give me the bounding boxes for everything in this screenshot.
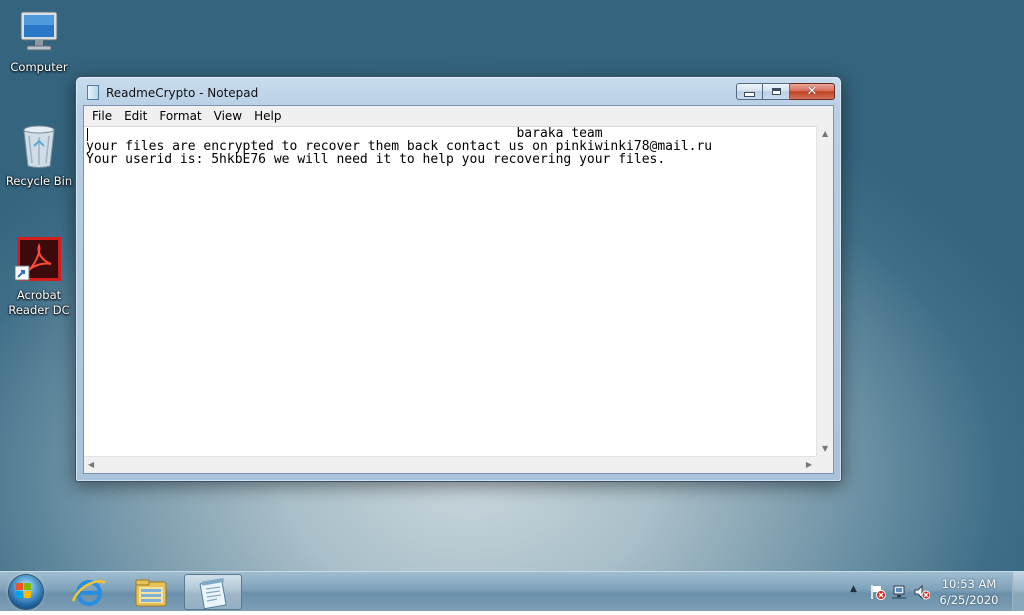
scroll-right-icon[interactable]: ▶ bbox=[806, 460, 812, 469]
taskbar-internet-explorer[interactable] bbox=[60, 574, 118, 610]
notepad-app-icon[interactable] bbox=[87, 85, 99, 100]
acrobat-reader-icon bbox=[14, 236, 63, 284]
show-hidden-icons-button[interactable]: ▲ bbox=[850, 584, 857, 594]
internet-explorer-icon bbox=[71, 580, 106, 606]
start-button[interactable] bbox=[6, 574, 48, 610]
minimize-icon bbox=[744, 92, 755, 97]
text-line: Your userid is: 5hkbE76 we will need it … bbox=[86, 152, 666, 167]
desktop-icon-computer[interactable]: Computer bbox=[0, 8, 78, 75]
title-bar[interactable]: ReadmeCrypto - Notepad ✕ bbox=[76, 77, 841, 105]
system-tray: ▲ 10:53 AM 6/25/2020 bbox=[834, 572, 1024, 611]
caption-buttons: ✕ bbox=[736, 83, 835, 102]
scroll-up-icon[interactable]: ▲ bbox=[822, 129, 828, 138]
scroll-left-icon[interactable]: ◀ bbox=[88, 460, 94, 469]
maximize-icon bbox=[771, 88, 781, 95]
computer-icon bbox=[15, 8, 63, 56]
windows-explorer-icon bbox=[135, 579, 167, 607]
volume-muted-icon[interactable] bbox=[914, 584, 931, 600]
window-title: ReadmeCrypto - Notepad bbox=[106, 86, 259, 100]
action-center-flag-icon[interactable] bbox=[870, 584, 886, 600]
taskbar-clock[interactable]: 10:53 AM 6/25/2020 bbox=[936, 576, 1002, 608]
windows-flag-icon bbox=[16, 583, 32, 599]
recycle-bin-icon bbox=[15, 122, 63, 170]
menu-bar: File Edit Format View Help bbox=[84, 106, 833, 127]
notepad-icon bbox=[199, 577, 227, 610]
close-icon: ✕ bbox=[806, 84, 818, 99]
menu-help[interactable]: Help bbox=[248, 106, 287, 126]
desktop-icon-recycle-bin[interactable]: Recycle Bin bbox=[0, 122, 78, 189]
text-editor[interactable]: baraka team your files are encrypted to … bbox=[84, 126, 816, 456]
show-desktop-button[interactable] bbox=[1012, 572, 1024, 611]
minimize-button[interactable] bbox=[736, 83, 763, 100]
desktop-icon-acrobat-reader[interactable]: Acrobat Reader DC bbox=[0, 236, 78, 318]
network-icon[interactable] bbox=[892, 584, 908, 600]
notepad-client-area: File Edit Format View Help baraka team y… bbox=[83, 105, 834, 474]
size-grip[interactable] bbox=[816, 456, 833, 473]
text-caret bbox=[87, 128, 88, 141]
clock-time: 10:53 AM bbox=[941, 577, 997, 591]
taskbar-windows-explorer[interactable] bbox=[122, 574, 180, 610]
taskbar: ▲ 10:53 AM 6/25/2020 bbox=[0, 571, 1024, 611]
desktop-icon-label: Acrobat Reader DC bbox=[8, 288, 70, 317]
maximize-button[interactable] bbox=[763, 83, 790, 100]
taskbar-notepad[interactable] bbox=[184, 574, 242, 610]
vertical-scrollbar[interactable]: ▲ ▼ bbox=[816, 126, 833, 456]
menu-edit[interactable]: Edit bbox=[118, 106, 153, 126]
horizontal-scrollbar[interactable]: ◀ ▶ bbox=[84, 456, 816, 473]
menu-view[interactable]: View bbox=[208, 106, 248, 126]
scroll-down-icon[interactable]: ▼ bbox=[822, 444, 828, 453]
close-button[interactable]: ✕ bbox=[790, 83, 835, 100]
desktop-icon-label: Computer bbox=[10, 60, 68, 74]
menu-format[interactable]: Format bbox=[153, 106, 207, 126]
clock-date: 6/25/2020 bbox=[939, 593, 999, 607]
desktop: Computer Recycle Bin Acrobat Reader DC R… bbox=[0, 0, 1024, 571]
menu-file[interactable]: File bbox=[86, 106, 118, 126]
notepad-window[interactable]: ReadmeCrypto - Notepad ✕ File Edit Forma… bbox=[75, 76, 842, 482]
desktop-icon-label: Recycle Bin bbox=[5, 174, 73, 188]
